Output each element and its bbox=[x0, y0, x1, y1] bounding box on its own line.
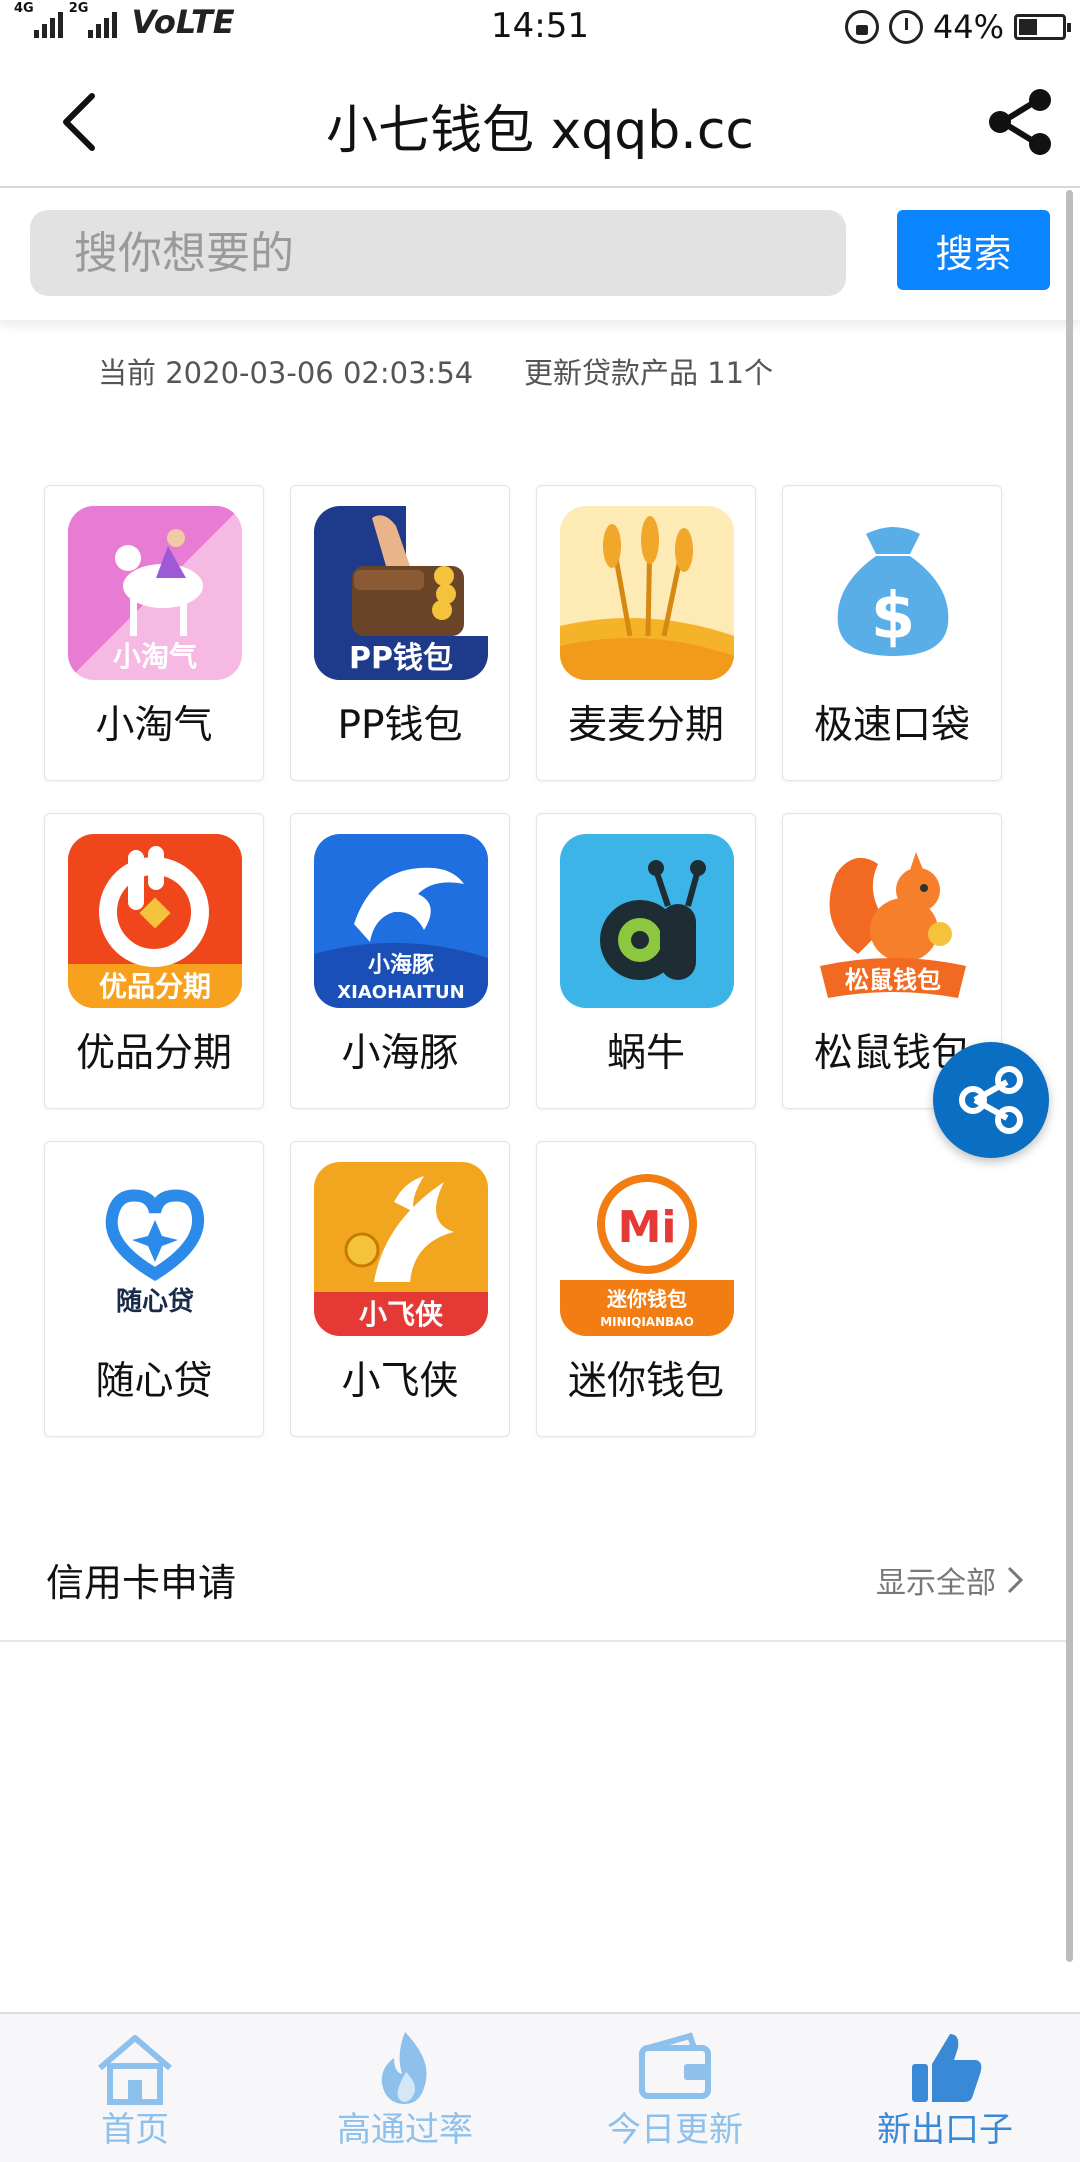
dolphin-logo: 小海豚 XIAOHAITUN bbox=[314, 834, 488, 1008]
product-tile[interactable]: 蜗牛 bbox=[536, 813, 756, 1109]
nav-label: 高通过率 bbox=[337, 2110, 473, 2150]
current-time-label: 当前 2020-03-06 02:03:54 bbox=[98, 356, 474, 390]
product-name: 小海豚 bbox=[341, 1031, 459, 1076]
svg-text:随心贷: 随心贷 bbox=[116, 1286, 194, 1317]
home-icon bbox=[98, 2035, 172, 2105]
product-name: 麦麦分期 bbox=[567, 703, 724, 748]
credit-card-section-title: 信用卡申请 bbox=[46, 1561, 237, 1605]
product-tile[interactable]: Mi 迷你钱包 MINIQIANBAO 迷你钱包 bbox=[536, 1141, 756, 1437]
battery-percent: 44% bbox=[932, 8, 1004, 46]
share-icon bbox=[989, 89, 1051, 155]
floating-share-button[interactable] bbox=[933, 1042, 1049, 1158]
squirrel-logo: 松鼠钱包 bbox=[806, 834, 980, 1008]
nav-label: 首页 bbox=[101, 2110, 169, 2150]
svg-text:$: $ bbox=[871, 580, 916, 654]
thumbs-up-icon bbox=[912, 2034, 982, 2102]
svg-text:MINIQIANBAO: MINIQIANBAO bbox=[600, 1315, 694, 1329]
product-tile[interactable]: 麦麦分期 bbox=[536, 485, 756, 781]
xiaofeixia-logo: 小飞侠 bbox=[314, 1162, 488, 1336]
product-name: 小飞侠 bbox=[341, 1359, 459, 1404]
status-right: 44% bbox=[844, 8, 1071, 46]
product-tile[interactable]: PP钱包 PP钱包 bbox=[290, 485, 510, 781]
svg-text:PP钱包: PP钱包 bbox=[349, 641, 453, 676]
share-icon bbox=[959, 1066, 1023, 1134]
bottom-navigation: 首页 高通过率 今日更新 新出口子 bbox=[0, 2012, 1080, 2162]
battery-icon bbox=[1014, 14, 1071, 40]
youpin-logo: 优品分期 bbox=[68, 834, 242, 1008]
nav-label: 今日更新 bbox=[607, 2110, 743, 2150]
mini-wallet-logo: Mi 迷你钱包 MINIQIANBAO bbox=[560, 1162, 734, 1336]
status-bar: 4G 2G VoLTE 14:51 44% bbox=[0, 0, 1080, 58]
product-name: 随心贷 bbox=[95, 1359, 213, 1404]
svg-text:优品分期: 优品分期 bbox=[99, 970, 211, 1003]
product-name: 小淘气 bbox=[95, 703, 213, 748]
product-tile[interactable]: 小飞侠 小飞侠 bbox=[290, 1141, 510, 1437]
svg-text:小飞侠: 小飞侠 bbox=[359, 1298, 444, 1331]
pp-wallet-logo: PP钱包 bbox=[314, 506, 488, 680]
lock-rotation-icon bbox=[844, 10, 879, 44]
product-name: 蜗牛 bbox=[606, 1031, 685, 1076]
nav-today-update[interactable]: 今日更新 bbox=[540, 2014, 810, 2162]
battery-level bbox=[1019, 19, 1037, 35]
svg-text:小淘气: 小淘气 bbox=[113, 640, 197, 673]
money-bag-logo: $ bbox=[806, 506, 980, 680]
product-tile[interactable]: 随心贷 随心贷 bbox=[44, 1141, 264, 1437]
flame-icon bbox=[381, 2032, 427, 2104]
page-title: 小七钱包 xqqb.cc bbox=[325, 101, 755, 161]
nav-new-products[interactable]: 新出口子 bbox=[810, 2014, 1080, 2162]
product-tile[interactable]: 小海豚 XIAOHAITUN 小海豚 bbox=[290, 813, 510, 1109]
product-name: 迷你钱包 bbox=[567, 1359, 724, 1404]
app-header: 小七钱包 xqqb.cc bbox=[0, 58, 1080, 188]
alarm-icon bbox=[888, 10, 923, 44]
show-all-label: 显示全部 bbox=[876, 1566, 996, 1601]
search-bar: 搜索 bbox=[0, 188, 1080, 320]
nav-high-approval[interactable]: 高通过率 bbox=[270, 2014, 540, 2162]
update-count-label: 更新贷款产品 11个 bbox=[524, 356, 774, 390]
show-all-link[interactable]: 显示全部 bbox=[876, 1558, 1026, 1602]
product-name: 优品分期 bbox=[75, 1031, 232, 1076]
product-tile[interactable]: 优品分期 优品分期 bbox=[44, 813, 264, 1109]
scrollbar[interactable] bbox=[1066, 190, 1073, 1962]
chevron-right-icon bbox=[1007, 1566, 1024, 1594]
nav-label: 新出口子 bbox=[877, 2110, 1013, 2150]
search-input[interactable] bbox=[30, 210, 846, 296]
svg-text:松鼠钱包: 松鼠钱包 bbox=[845, 966, 941, 994]
svg-text:XIAOHAITUN: XIAOHAITUN bbox=[337, 982, 464, 1003]
svg-text:Mi: Mi bbox=[618, 1202, 677, 1253]
svg-text:小海豚: 小海豚 bbox=[368, 952, 434, 978]
search-button[interactable]: 搜索 bbox=[897, 210, 1050, 290]
product-tile[interactable]: 小淘气 小淘气 bbox=[44, 485, 264, 781]
nav-home[interactable]: 首页 bbox=[0, 2014, 270, 2162]
wallet-icon bbox=[639, 2032, 711, 2099]
svg-text:迷你钱包: 迷你钱包 bbox=[606, 1287, 687, 1311]
product-tile[interactable]: $ 极速口袋 bbox=[782, 485, 1002, 781]
product-name: 极速口袋 bbox=[813, 703, 970, 748]
snail-logo bbox=[560, 834, 734, 1008]
product-name: PP钱包 bbox=[337, 703, 463, 748]
section-divider bbox=[0, 1640, 1068, 1642]
maimai-logo bbox=[560, 506, 734, 680]
suixin-logo: 随心贷 bbox=[68, 1162, 242, 1336]
xiaotaoqi-logo: 小淘气 bbox=[68, 506, 242, 680]
share-button[interactable] bbox=[980, 82, 1060, 162]
